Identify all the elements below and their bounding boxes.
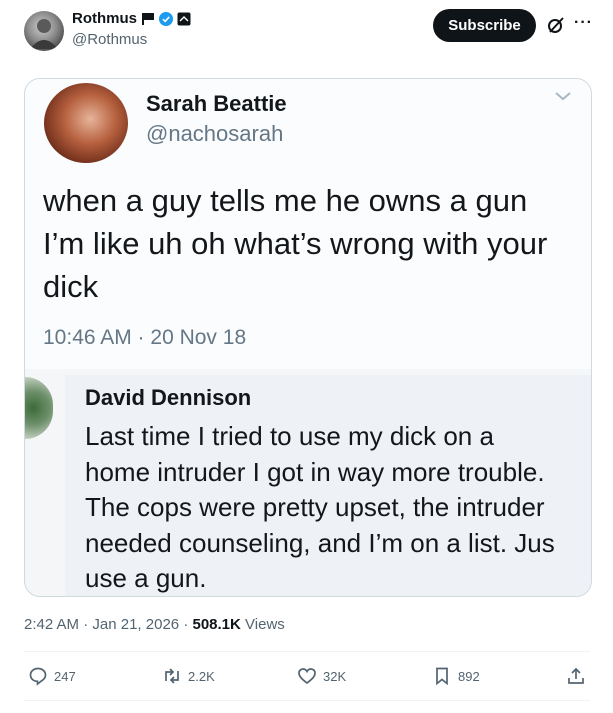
post-time[interactable]: 2:42 AM xyxy=(24,616,79,633)
reply-icon xyxy=(29,667,47,686)
original-author-name: Sarah Beattie xyxy=(146,91,287,116)
bookmark-icon xyxy=(436,667,448,686)
like-button[interactable]: 32K xyxy=(297,666,346,686)
reply-text: Last time I tried to use my dick on a ho… xyxy=(85,419,591,596)
author-name-row[interactable]: Rothmus xyxy=(72,10,191,27)
bookmark-button[interactable]: 892 xyxy=(432,666,480,686)
reply-author-avatar xyxy=(25,377,53,439)
grok-icon[interactable] xyxy=(546,15,566,35)
reply-line: home intruder I got in way more trouble. xyxy=(85,456,545,487)
embedded-image-card[interactable]: Sarah Beattie @nachosarah when a guy tel… xyxy=(24,78,592,597)
reply-line: use a gun. xyxy=(85,563,207,593)
views-count: 508.1K xyxy=(192,616,241,633)
separator: · xyxy=(83,616,93,633)
share-icon xyxy=(568,667,584,684)
post-date[interactable]: Jan 21, 2026 xyxy=(92,616,179,633)
like-icon xyxy=(298,668,316,685)
repost-count: 2.2K xyxy=(188,668,215,684)
like-count: 32K xyxy=(323,668,347,684)
divider xyxy=(24,700,590,701)
affiliate-badge-icon[interactable] xyxy=(177,12,191,26)
subscribe-button[interactable]: Subscribe xyxy=(433,9,536,42)
original-tweet-panel: Sarah Beattie @nachosarah when a guy tel… xyxy=(25,79,591,369)
reply-button[interactable]: 247 xyxy=(28,666,76,686)
repost-button[interactable]: 2.2K xyxy=(162,666,215,686)
original-author-handle: @nachosarah xyxy=(146,121,284,146)
reply-author-name: David Dennison xyxy=(85,385,252,410)
reply-line: needed counseling, and I’m on a list. Ju… xyxy=(85,527,555,558)
more-icon[interactable]: ··· xyxy=(574,14,593,32)
divider xyxy=(24,651,590,652)
author-name[interactable]: Rothmus xyxy=(72,10,137,27)
chevron-down-icon xyxy=(555,92,571,101)
author-handle[interactable]: @Rothmus xyxy=(72,31,147,48)
reply-count: 247 xyxy=(54,668,76,684)
share-button[interactable] xyxy=(566,666,586,686)
reply-line: The cops were pretty upset, the intruder xyxy=(85,492,545,522)
original-author-avatar xyxy=(44,83,128,163)
reply-line: Last time I tried to use my dick on a xyxy=(85,421,494,451)
author-avatar[interactable] xyxy=(24,11,64,51)
original-tweet-text: when a guy tells me he owns a gun I’m li… xyxy=(43,183,548,304)
flag-icon xyxy=(142,12,154,25)
post-meta: 2:42 AM · Jan 21, 2026 · 508.1K Views xyxy=(24,616,285,633)
bookmark-count: 892 xyxy=(458,668,480,684)
original-tweet-timestamp: 10:46 AM · 20 Nov 18 xyxy=(43,326,247,349)
verified-badge-icon[interactable] xyxy=(159,11,173,26)
repost-icon xyxy=(165,668,179,684)
views-label: Views xyxy=(245,616,285,633)
